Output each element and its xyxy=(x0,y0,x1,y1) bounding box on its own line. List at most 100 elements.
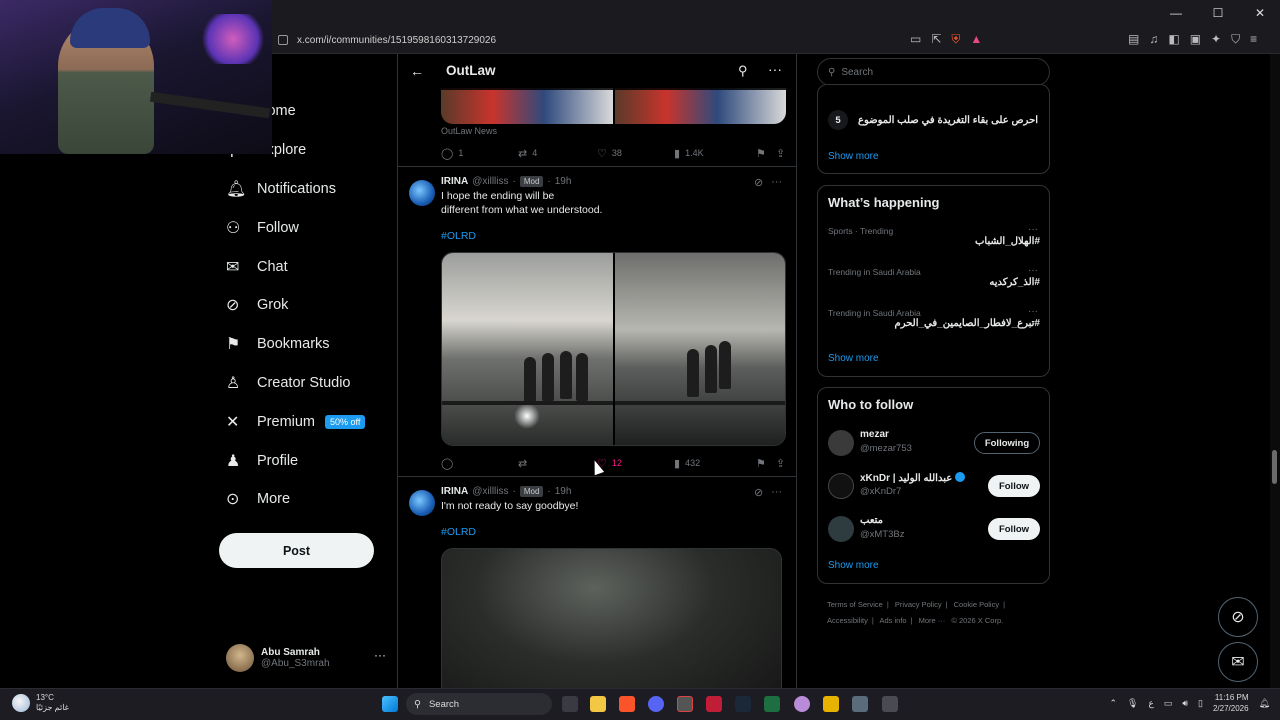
input-language[interactable]: ع xyxy=(1148,698,1153,709)
nav-notifications[interactable]: 🔔︎ Notifications xyxy=(218,170,388,209)
media-image-left[interactable] xyxy=(442,253,613,445)
menu-icon[interactable]: ≡ xyxy=(1250,32,1257,47)
previous-tweet-media[interactable] xyxy=(441,88,786,124)
reply-button[interactable]: ◯ 1 xyxy=(441,147,518,160)
tweet[interactable]: IRINA @xillliss · Mod · 19h ⊘ ··· I hope… xyxy=(398,166,796,476)
avatar[interactable] xyxy=(828,430,854,456)
grok-icon[interactable]: ⊘ xyxy=(754,176,763,189)
nav-creator-studio[interactable]: ♙ Creator Studio xyxy=(218,364,388,403)
brave-shield-icon[interactable]: ⛨ xyxy=(951,32,960,47)
avatar[interactable] xyxy=(409,490,435,516)
weather-widget[interactable]: 13°C غائم جزئيًا xyxy=(12,693,69,713)
tweet-time[interactable]: 19h xyxy=(555,486,572,497)
more-horizontal-icon[interactable]: ··· xyxy=(1028,306,1038,317)
app-icon[interactable] xyxy=(794,696,810,712)
author-handle[interactable]: @xillliss xyxy=(472,486,508,497)
taskbar-search[interactable]: ⚲ Search xyxy=(406,693,552,715)
battery-icon[interactable]: ▯ xyxy=(1198,698,1203,709)
trend-item[interactable]: 5 احرص على بقاء التغريدة في صلب الموضوع xyxy=(828,110,1040,130)
page-scrollbar[interactable] xyxy=(1270,54,1280,688)
tweet-media[interactable] xyxy=(441,548,782,688)
repost-button[interactable]: ⇄ xyxy=(518,457,597,470)
media-image-right[interactable] xyxy=(614,253,785,445)
cast-icon[interactable]: ▭ xyxy=(910,32,921,47)
app-icon[interactable] xyxy=(882,696,898,712)
footer-more-link[interactable]: More ··· xyxy=(919,616,946,625)
discord-icon[interactable] xyxy=(648,696,664,712)
task-view-icon[interactable] xyxy=(562,696,578,712)
notification-bell-icon[interactable]: 🔔︎ xyxy=(1259,698,1270,709)
search-input[interactable]: ⚲ Search xyxy=(817,58,1050,86)
more-horizontal-icon[interactable]: ··· xyxy=(771,486,782,499)
terms-link[interactable]: Terms of Service xyxy=(827,600,883,609)
accessibility-link[interactable]: Accessibility xyxy=(827,616,868,625)
messages-fab-button[interactable]: ✉ xyxy=(1218,642,1258,682)
minimize-button[interactable]: — xyxy=(1170,6,1182,20)
more-horizontal-icon[interactable]: ··· xyxy=(1028,224,1038,235)
share-button[interactable]: ⇪ xyxy=(776,147,785,160)
share-button[interactable]: ⇪ xyxy=(776,457,785,470)
more-horizontal-icon[interactable]: ··· xyxy=(374,648,386,662)
more-horizontal-icon[interactable]: ··· xyxy=(768,61,782,77)
cookie-link[interactable]: Cookie Policy xyxy=(954,600,999,609)
more-horizontal-icon[interactable]: ··· xyxy=(1028,265,1038,276)
scrollbar-thumb[interactable] xyxy=(1272,450,1277,484)
follow-suggestion[interactable]: متعب @xMT3Bz Follow xyxy=(828,514,1040,548)
avatar[interactable] xyxy=(409,180,435,206)
repost-button[interactable]: ⇄ 4 xyxy=(518,147,597,160)
nav-profile[interactable]: ♟ Profile xyxy=(218,441,388,480)
like-button[interactable]: ♡ 38 xyxy=(597,147,674,160)
show-more-link[interactable]: Show more xyxy=(828,151,879,162)
hashtag-link[interactable]: #OLRD xyxy=(441,230,476,242)
reader-mode-icon[interactable]: ▤ xyxy=(1128,32,1139,47)
nav-chat[interactable]: ✉ Chat xyxy=(218,247,388,286)
steam-icon[interactable] xyxy=(735,696,751,712)
tweet-media-grid[interactable] xyxy=(441,252,786,446)
microphone-icon[interactable]: 🎙︎ xyxy=(1127,698,1138,709)
leo-ai-icon[interactable]: ✦ xyxy=(1211,32,1221,47)
nav-follow[interactable]: ⚇ Follow xyxy=(218,208,388,247)
search-icon[interactable]: ⚲ xyxy=(738,63,748,79)
like-button[interactable]: ♡ 12 xyxy=(597,457,674,470)
start-windows-icon[interactable] xyxy=(382,696,398,712)
maximize-button[interactable]: ☐ xyxy=(1212,6,1224,20)
excel-icon[interactable] xyxy=(764,696,780,712)
brave-browser-icon[interactable] xyxy=(619,696,635,712)
close-button[interactable]: ✕ xyxy=(1254,6,1266,20)
nav-grok[interactable]: ⊘ Grok xyxy=(218,286,388,325)
more-horizontal-icon[interactable]: ··· xyxy=(771,176,782,189)
wallet-icon[interactable]: ▣ xyxy=(1190,32,1201,47)
views-button[interactable]: ▮ 1.4K xyxy=(674,147,756,160)
back-arrow-icon[interactable]: ← xyxy=(410,63,424,79)
file-explorer-icon[interactable] xyxy=(590,696,606,712)
share-icon[interactable]: ⇱ xyxy=(931,32,941,47)
reply-button[interactable]: ◯ xyxy=(441,457,518,470)
author-name[interactable]: IRINA xyxy=(441,486,468,497)
privacy-link[interactable]: Privacy Policy xyxy=(895,600,942,609)
grok-icon[interactable]: ⊘ xyxy=(754,486,763,499)
address-bar[interactable]: x.com/i/communities/1519598160313729026 xyxy=(278,30,998,50)
nav-premium[interactable]: ✕ Premium 50% off xyxy=(218,402,388,441)
follow-suggestion[interactable]: xKnDr | عبدالله الوليد @xKnDr7 Follow xyxy=(828,471,1040,505)
brave-rewards-icon[interactable]: ▲ xyxy=(970,32,982,47)
show-more-link[interactable]: Show more xyxy=(828,560,879,571)
views-button[interactable]: ▮ 432 xyxy=(674,457,756,470)
network-icon[interactable]: ▭ xyxy=(1164,698,1173,709)
tweet[interactable]: IRINA @xillliss · Mod · 19h ⊘ ··· I'm no… xyxy=(398,476,796,688)
url-text[interactable]: x.com/i/communities/1519598160313729026 xyxy=(297,35,496,46)
app-icon[interactable] xyxy=(706,696,722,712)
ads-info-link[interactable]: Ads info xyxy=(879,616,906,625)
obs-icon[interactable] xyxy=(677,696,693,712)
avatar[interactable] xyxy=(828,516,854,542)
account-switcher[interactable]: Abu Samrah @Abu_S3mrah ··· xyxy=(226,642,386,674)
tweet-time[interactable]: 19h xyxy=(555,176,572,187)
trend-item[interactable]: Trending in Saudi Arabia ··· #تبرع_لافطا… xyxy=(828,306,1040,344)
site-info-icon[interactable] xyxy=(278,35,288,45)
following-button[interactable]: Following xyxy=(974,432,1040,454)
volume-icon[interactable]: 🔊︎ xyxy=(1182,698,1188,709)
bookmark-button[interactable]: ⚑ xyxy=(756,147,776,160)
follow-button[interactable]: Follow xyxy=(988,518,1040,540)
nav-more[interactable]: ⊙ More xyxy=(218,480,388,519)
sidebar-icon[interactable]: ◧ xyxy=(1168,32,1179,47)
music-icon[interactable]: ♫ xyxy=(1149,32,1158,47)
